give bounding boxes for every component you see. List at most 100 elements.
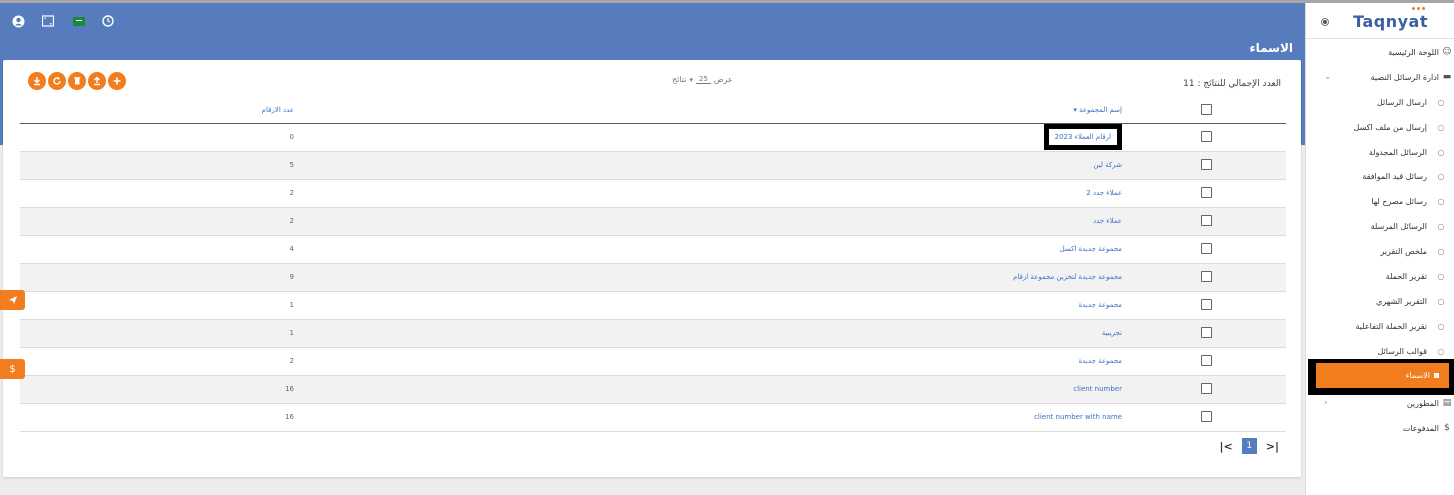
sidebar-item[interactable]: ○ تقرير الحملة [1306, 267, 1454, 285]
row-select-cell [1126, 319, 1286, 348]
sidebar-item[interactable]: $ المدفوعات [1306, 419, 1454, 437]
row-checkbox[interactable] [1200, 382, 1212, 394]
fullscreen-icon[interactable] [41, 14, 55, 28]
group-name-link[interactable]: شركة لين [1093, 161, 1122, 169]
row-select-cell [1126, 375, 1286, 404]
row-checkbox[interactable] [1200, 354, 1212, 366]
sidebar-item-label: التقرير الشهري [1376, 296, 1427, 306]
results-label: نتائج [672, 75, 687, 84]
total-count: العدد الإجمالي للنتائج : 11 [1183, 79, 1281, 89]
group-name-link[interactable]: تجريبية [1102, 329, 1122, 337]
sidebar-item[interactable]: ○ تقرير الحملة التفاعلية [1306, 317, 1454, 335]
row-checkbox[interactable] [1200, 270, 1212, 282]
add-button[interactable] [108, 72, 126, 90]
toolbar [28, 72, 126, 90]
select-all-checkbox[interactable] [1200, 103, 1212, 115]
group-name-link[interactable]: ارقام العملاء 2023 [1055, 133, 1111, 141]
name-sort-link[interactable]: إسم المجموعة ▾ [1073, 106, 1122, 114]
group-name-link[interactable]: مجموعة جديدة اكسل [1060, 245, 1122, 253]
sidebar-item-icon: ▤ [1442, 398, 1452, 408]
sidebar-item-label: ارسال الرسائل [1376, 97, 1427, 107]
chevron-icon[interactable]: ‹ [1324, 398, 1328, 408]
table-row: 9 مجموعة جديدة لتخزين مجموعة ارقام [20, 263, 1286, 292]
group-name-link[interactable]: مجموعة جديدة لتخزين مجموعة ارقام [1013, 273, 1122, 281]
delete-button[interactable] [68, 72, 86, 90]
sidebar-item[interactable]: ○ التقرير الشهري [1306, 292, 1454, 310]
row-select-cell [1126, 403, 1286, 432]
group-name-link[interactable]: عملاء جدد 2 [1086, 189, 1122, 197]
download-button[interactable] [28, 72, 46, 90]
refresh-button[interactable] [48, 72, 66, 90]
count-column-header[interactable]: عدد الارقام [20, 98, 300, 124]
sidebar-item[interactable]: ○ رسائل قيد الموافقة [1306, 167, 1454, 185]
sidebar-item-label: المدفوعات [1402, 423, 1439, 433]
sidebar-item[interactable]: ○ إرسال من ملف اكسل [1306, 118, 1454, 136]
row-checkbox[interactable] [1200, 298, 1212, 310]
row-select-cell [1126, 123, 1286, 152]
last-page-button[interactable]: >| [1266, 440, 1279, 453]
page-size-select[interactable]: 25 [695, 75, 711, 84]
refresh-icon [53, 77, 61, 85]
row-checkbox[interactable] [1200, 410, 1212, 422]
group-name-link[interactable]: مجموعة جديدة [1079, 301, 1122, 309]
table-row: 2 مجموعة جديدة [20, 347, 1286, 376]
group-name-link[interactable]: client number with name [1034, 413, 1122, 421]
sidebar-item[interactable]: ▤ المطورين ‹ [1306, 394, 1454, 412]
sidebar-item-label: إرسال من ملف اكسل [1353, 122, 1427, 132]
row-checkbox[interactable] [1200, 130, 1212, 142]
sidebar-item-label: الرسائل المرسلة [1370, 221, 1427, 231]
sidebar-item[interactable]: ○ رسائل مصرح لها [1306, 192, 1454, 210]
sidebar-item-icon: $ [1444, 423, 1450, 433]
group-name-link[interactable]: مجموعة جديدة [1079, 357, 1122, 365]
pagination: |< 1 >| [1220, 438, 1279, 454]
sidebar-item[interactable]: ○ ملخص التقرير [1306, 242, 1454, 260]
number-count-cell: 0 [20, 123, 300, 152]
send-icon [8, 296, 17, 304]
number-count-cell: 16 [20, 403, 300, 432]
sidebar-item[interactable]: ○ قوالب الرسائل [1306, 342, 1454, 360]
user-circle-icon[interactable] [11, 14, 25, 28]
first-page-button[interactable]: |< [1220, 440, 1233, 453]
billing-tab[interactable]: $ [0, 359, 25, 379]
sidebar-item[interactable]: ○ الرسائل المرسلة [1306, 217, 1454, 235]
flag-icon[interactable] [72, 14, 86, 28]
sidebar-item-names[interactable]: الاسماء [1316, 363, 1449, 388]
page-size-control: عرض 25 ▾ نتائج [672, 75, 733, 84]
sidebar-item[interactable]: ▬ ادارة الرسائل النصية ⌄ [1306, 68, 1454, 86]
send-tab[interactable] [0, 290, 25, 310]
sidebar-item[interactable]: ○ ارسال الرسائل [1306, 93, 1454, 111]
sidebar-item-icon: ○ [1437, 221, 1445, 231]
name-column-header[interactable]: إسم المجموعة ▾ [300, 98, 1126, 124]
sidebar-item-icon: ○ [1437, 246, 1445, 256]
row-checkbox[interactable] [1200, 326, 1212, 338]
row-checkbox[interactable] [1200, 214, 1212, 226]
group-name-link[interactable]: عملاء جدد [1093, 217, 1122, 225]
sidebar-item-label: المطورين [1406, 398, 1439, 408]
row-checkbox[interactable] [1200, 186, 1212, 198]
sidebar-item[interactable]: ○ الرسائل المجدولة [1306, 143, 1454, 161]
sidebar-item-label: تقرير الحملة [1385, 271, 1427, 281]
highlighted-group-name: ارقام العملاء 2023 [1043, 124, 1122, 150]
row-checkbox[interactable] [1200, 242, 1212, 254]
sidebar-item-icon: ○ [1437, 122, 1445, 132]
group-name-link[interactable]: client number [1073, 385, 1122, 393]
sidebar-item-icon: ▬ [1442, 72, 1452, 82]
logo: Taqnyat [1353, 12, 1428, 31]
sidebar-item-icon: ○ [1437, 171, 1445, 181]
sidebar-item[interactable]: ☺ اللوحة الرئيسية [1306, 43, 1454, 61]
sidebar-item-icon: ☺ [1442, 47, 1452, 57]
sidebar-item-icon: ○ [1437, 271, 1445, 281]
sidebar-item-label: الاسماء [1405, 371, 1430, 380]
upload-button[interactable] [88, 72, 106, 90]
sidebar-toggle[interactable] [1321, 18, 1329, 26]
page-title: الاسماء [1249, 41, 1293, 55]
row-select-cell [1126, 263, 1286, 292]
select-all-cell [1126, 98, 1286, 124]
current-page[interactable]: 1 [1241, 438, 1257, 454]
upload-icon [94, 76, 100, 86]
clock-icon[interactable] [101, 14, 115, 28]
dollar-icon: $ [9, 363, 16, 375]
chevron-down-icon[interactable]: ▾ [689, 76, 693, 84]
chevron-icon[interactable]: ⌄ [1324, 72, 1332, 82]
row-checkbox[interactable] [1200, 158, 1212, 170]
